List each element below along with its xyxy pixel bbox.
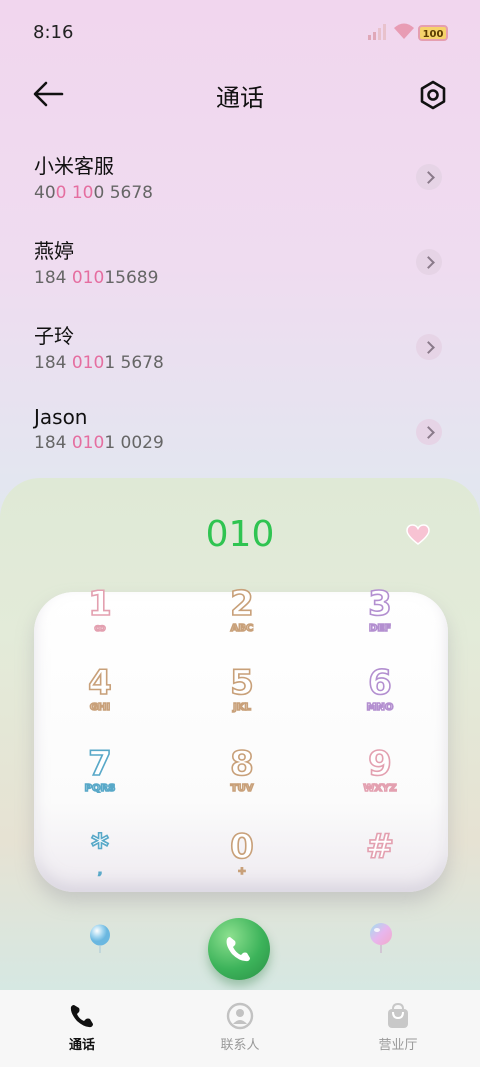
- chevron-right-icon[interactable]: [416, 249, 442, 275]
- page-title: 通话: [216, 84, 264, 112]
- tab-service-hall[interactable]: 营业厅: [318, 990, 478, 1067]
- tab-label: 联系人: [220, 1038, 260, 1053]
- key-3[interactable]: 3 DEF: [330, 584, 430, 655]
- contact-number: 184 0101 5678: [34, 353, 164, 373]
- key-1[interactable]: 1ꝏ: [50, 584, 150, 655]
- contact-item[interactable]: Jason 184 0101 0029: [34, 405, 444, 475]
- contact-number: 184 0101 0029: [34, 433, 164, 453]
- key-9[interactable]: 9 WXYZ: [330, 744, 430, 815]
- person-icon: [226, 1002, 254, 1030]
- status-bar: 8:16 100: [0, 0, 480, 64]
- contact-number: 400 100 5678: [34, 183, 153, 203]
- contact-name: Jason: [34, 405, 88, 429]
- key-8[interactable]: 8 TUV: [192, 744, 292, 815]
- battery-level: 100: [422, 29, 444, 40]
- chevron-right-icon[interactable]: [416, 164, 442, 190]
- key-4[interactable]: 4 GHI: [50, 663, 150, 734]
- contact-item[interactable]: 燕婷 184 01015689: [34, 235, 444, 305]
- chevron-right-icon[interactable]: [416, 419, 442, 445]
- key-star[interactable]: *,: [50, 827, 150, 898]
- tab-contacts[interactable]: 联系人: [160, 990, 320, 1067]
- key-0[interactable]: 0 +: [192, 827, 292, 898]
- settings-icon[interactable]: [416, 78, 450, 112]
- phone-icon: [226, 937, 250, 962]
- key-hash[interactable]: #: [330, 827, 430, 898]
- balloon-right-icon: [370, 923, 392, 953]
- key-2[interactable]: 2 ABC: [192, 584, 292, 655]
- header: 通话: [0, 70, 480, 118]
- status-time: 8:16: [33, 22, 74, 43]
- bottom-tab-bar: 通话 联系人 营业厅: [0, 990, 480, 1067]
- contact-item[interactable]: 子玲 184 0101 5678: [34, 320, 444, 390]
- contact-name: 子玲: [34, 324, 74, 348]
- key-7[interactable]: 7 PQRS: [50, 744, 150, 815]
- phone-icon: [70, 1005, 93, 1028]
- call-button[interactable]: [208, 918, 270, 980]
- contact-item[interactable]: 小米客服 400 100 5678: [34, 150, 444, 220]
- contact-name: 小米客服: [34, 154, 114, 178]
- key-5[interactable]: 5 JKL: [192, 663, 292, 734]
- heart-icon: [406, 524, 430, 545]
- signal-icon: [368, 24, 386, 40]
- wifi-icon: [394, 23, 414, 39]
- tab-label: 营业厅: [378, 1038, 418, 1053]
- battery-indicator: 100: [418, 25, 448, 41]
- tab-calls[interactable]: 通话: [2, 990, 162, 1067]
- chevron-right-icon[interactable]: [416, 334, 442, 360]
- contact-number: 184 01015689: [34, 268, 159, 288]
- balloon-left-icon: [90, 924, 110, 953]
- bag-icon: [388, 1002, 408, 1028]
- tab-label: 通话: [68, 1038, 95, 1053]
- key-6[interactable]: 6 MNO: [330, 663, 430, 734]
- contact-name: 燕婷: [34, 239, 74, 263]
